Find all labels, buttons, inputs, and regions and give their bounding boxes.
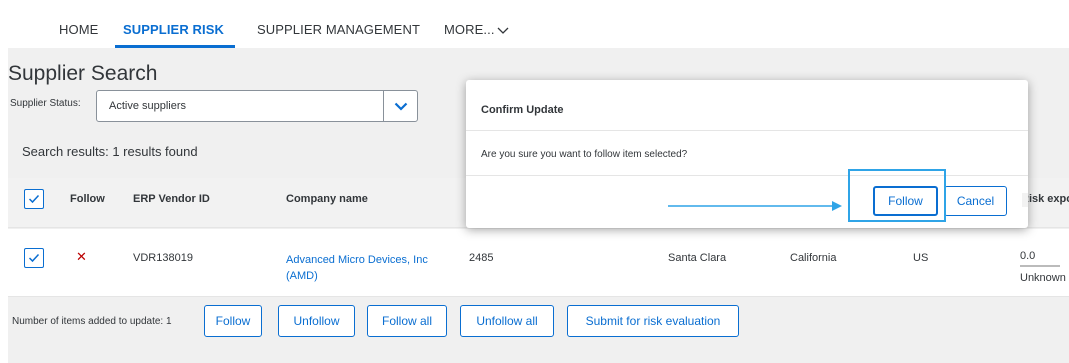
top-navigation: HOME SUPPLIER RISK SUPPLIER MANAGEMENT M… [0,0,1069,48]
header-erp-vendor-id[interactable]: ERP Vendor ID [133,193,210,205]
submit-risk-evaluation-button[interactable]: Submit for risk evaluation [567,305,739,337]
check-icon [28,253,40,263]
tab-supplier-management[interactable]: SUPPLIER MANAGEMENT [257,22,420,37]
tab-home[interactable]: HOME [59,22,98,37]
tab-more-label: MORE... [444,22,495,37]
header-risk-exposure-label: Risk exposure [1021,193,1069,205]
header-company-name[interactable]: Company name [286,193,368,205]
dialog-divider [466,130,1028,131]
chevron-down-icon [394,102,407,111]
cell-city: Santa Clara [668,252,727,264]
row-checkbox[interactable] [24,248,44,268]
follow-all-button[interactable]: Follow all [367,305,447,337]
cell-state: California [790,252,837,264]
dialog-cancel-button[interactable]: Cancel [944,186,1007,216]
annotation-highlight-box [848,169,946,222]
header-follow[interactable]: Follow [70,193,105,205]
cell-id: 2485 [469,252,494,264]
cell-erp-vendor-id: VDR138019 [133,252,193,264]
check-icon [28,194,40,204]
tab-supplier-risk[interactable]: SUPPLIER RISK [123,22,224,37]
supplier-status-value: Active suppliers [109,100,187,112]
dialog-title: Confirm Update [481,104,564,116]
supplier-status-label: Supplier Status: [10,98,81,109]
unfollow-all-button[interactable]: Unfollow all [460,305,554,337]
annotation-arrow-icon [668,201,842,211]
header-risk-exposure[interactable]: Risk exposure [1022,193,1069,207]
page-title: Supplier Search [8,62,158,85]
items-added-label: Number of items added to update: 1 [12,316,172,327]
select-all-checkbox[interactable] [24,189,44,209]
tab-more[interactable]: MORE... [444,22,509,37]
follow-button[interactable]: Follow [204,305,262,337]
supplier-status-select[interactable]: Active suppliers [96,90,418,122]
risk-bar [1020,265,1060,267]
risk-label: Unknown [1020,272,1066,284]
not-following-icon: ✕ [76,249,87,264]
risk-value: 0.0 [1020,250,1036,262]
cell-country: US [913,252,929,264]
dialog-message: Are you sure you want to follow item sel… [481,149,688,160]
unfollow-button[interactable]: Unfollow [278,305,355,337]
company-link[interactable]: Advanced Micro Devices, Inc (AMD) [286,252,446,284]
results-count: Search results: 1 results found [22,144,198,159]
chevron-down-icon [497,27,509,34]
dropdown-button[interactable] [383,91,417,121]
